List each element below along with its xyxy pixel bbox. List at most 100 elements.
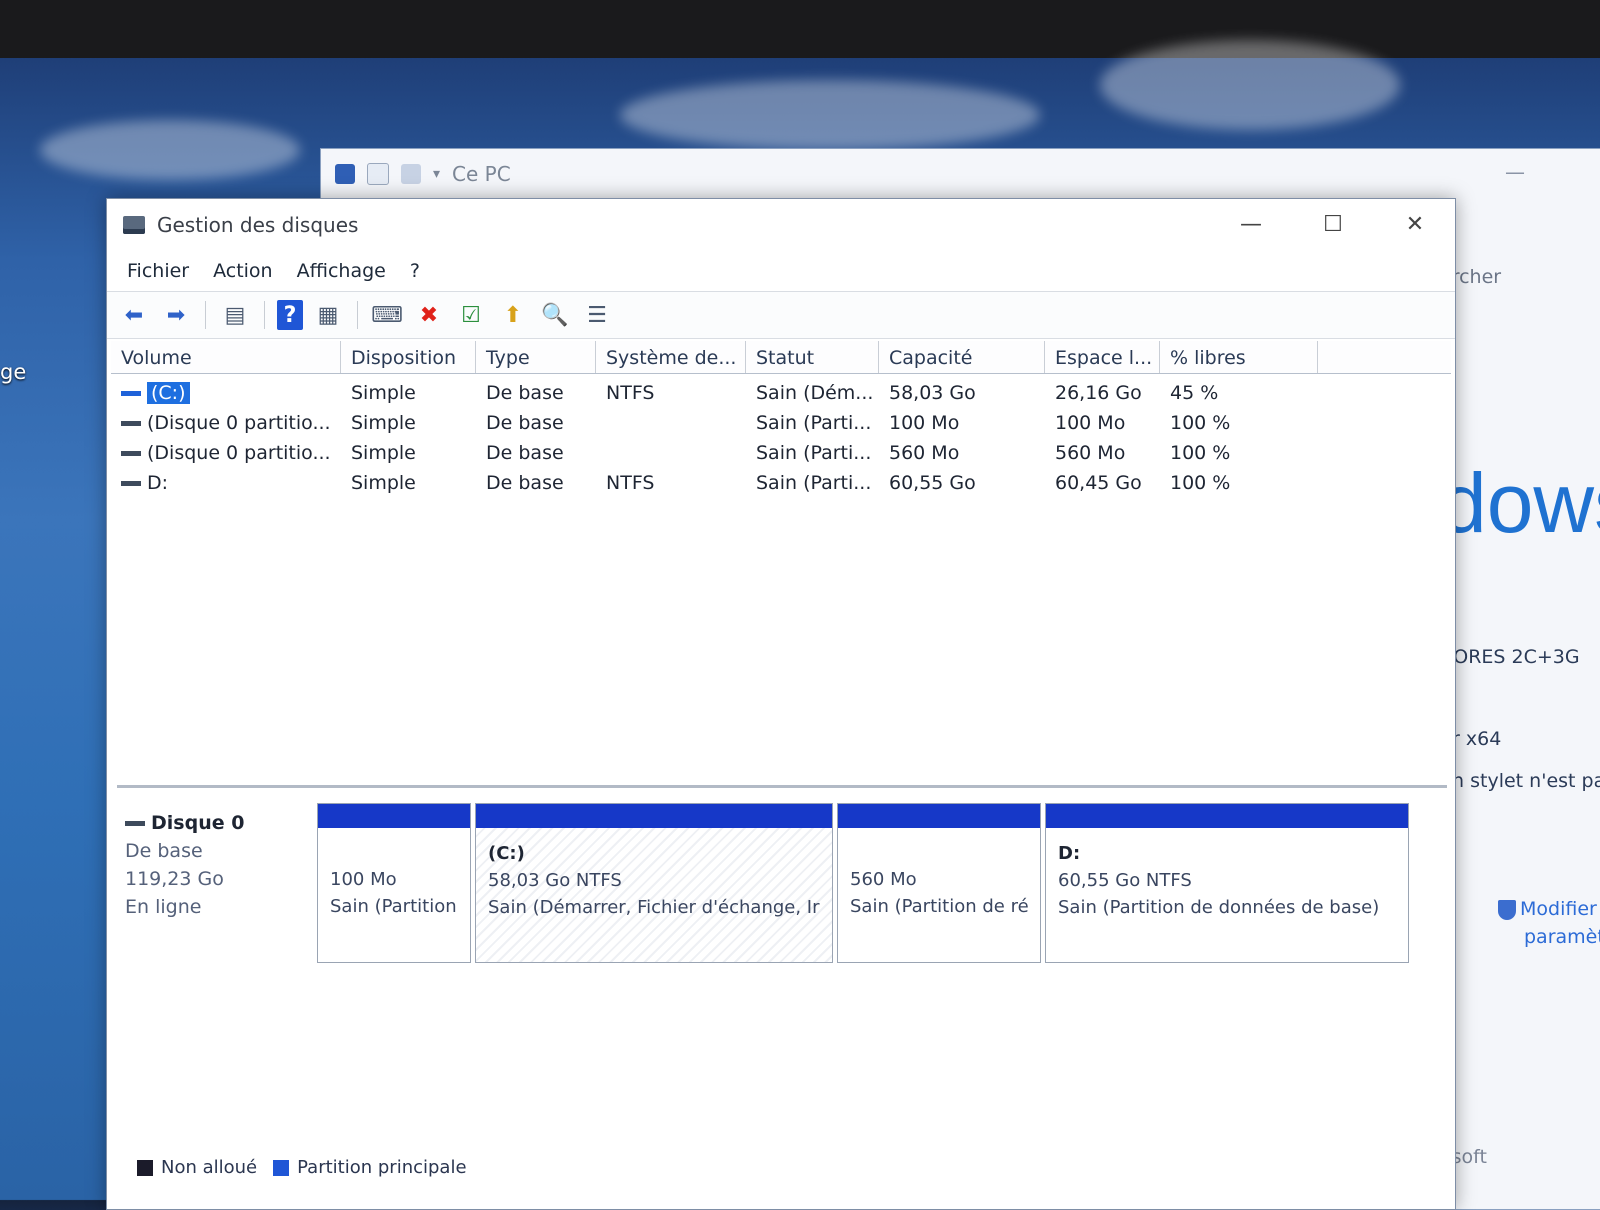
properties-icon[interactable] <box>367 163 389 185</box>
volume-list-header: Volume Disposition Type Système de... St… <box>111 341 1451 374</box>
partition-status: Sain (Partition de ré <box>850 896 1029 917</box>
pane-splitter[interactable] <box>117 785 1447 788</box>
volume-name: (C:) <box>147 382 190 404</box>
column-header-status[interactable]: Statut <box>746 341 879 373</box>
disk-info[interactable]: Disque 0 De base 119,23 Go En ligne <box>125 809 310 969</box>
disk-management-icon <box>123 216 145 234</box>
volume-name: (Disque 0 partitio... <box>147 442 331 464</box>
volume-icon <box>121 421 141 426</box>
partition-status: Sain (Partition de données de base) <box>1058 897 1380 918</box>
column-header-disposition[interactable]: Disposition <box>341 341 476 373</box>
explorer-titlebar: ▾ Ce PC <box>321 149 1600 199</box>
desktop-icon-label[interactable]: ge <box>0 360 26 384</box>
cell-filesystem: NTFS <box>606 382 655 404</box>
partition-title: (C:) <box>488 843 525 864</box>
forward-arrow-icon[interactable]: ➡ <box>159 298 193 332</box>
cell-disposition: Simple <box>351 472 416 494</box>
cell-percent-free: 45 % <box>1170 382 1219 404</box>
pen-touch-info: un stylet n'est pas <box>1440 770 1600 792</box>
cell-disposition: Simple <box>351 382 416 404</box>
connect-icon[interactable]: ⌨ <box>370 298 404 332</box>
settings-link-label[interactable]: paramèt <box>1524 926 1600 948</box>
delete-icon[interactable]: ✖ <box>412 298 446 332</box>
cell-status: Sain (Parti... <box>756 442 872 464</box>
cell-free-space: 26,16 Go <box>1055 382 1142 404</box>
menu-help[interactable]: ? <box>400 256 430 286</box>
toolbar-separator <box>264 301 265 329</box>
partition-status: Sain (Partition <box>330 896 457 917</box>
partition-title: D: <box>1058 843 1081 864</box>
cloud <box>620 80 1040 150</box>
volume-icon <box>121 481 141 486</box>
cell-free-space: 60,45 Go <box>1055 472 1142 494</box>
menu-bar: Fichier Action Affichage ? <box>107 251 1455 291</box>
menu-fichier[interactable]: Fichier <box>117 256 199 286</box>
partition-bar <box>1046 804 1408 828</box>
search-folder-icon[interactable]: 🔍 <box>538 298 572 332</box>
cell-type: De base <box>486 472 564 494</box>
column-header-percent-free[interactable]: % libres <box>1160 341 1318 373</box>
column-header-free-space[interactable]: Espace l... <box>1045 341 1160 373</box>
cell-status: Sain (Dém... <box>756 382 874 404</box>
table-row[interactable]: (Disque 0 partitio... Simple De base Sai… <box>111 438 1451 468</box>
cell-percent-free: 100 % <box>1170 412 1231 434</box>
maximize-button[interactable]: ☐ <box>1303 207 1363 241</box>
properties-icon[interactable]: ☰ <box>580 298 614 332</box>
table-row[interactable]: D: Simple De base NTFS Sain (Parti... 60… <box>111 468 1451 498</box>
disk-name: Disque 0 <box>151 812 245 834</box>
partition-block[interactable]: D: 60,55 Go NTFS Sain (Partition de donn… <box>1045 803 1409 963</box>
partition-size: 100 Mo <box>330 869 397 890</box>
checklist-icon[interactable]: ☑ <box>454 298 488 332</box>
view-icon[interactable]: ▦ <box>311 298 345 332</box>
folder-up-icon[interactable]: ⬆ <box>496 298 530 332</box>
partition-block[interactable]: 100 Mo Sain (Partition <box>317 803 471 963</box>
column-header-filesystem[interactable]: Système de... <box>596 341 746 373</box>
legend-unallocated: Non alloué <box>137 1157 257 1178</box>
unallocated-swatch <box>137 1160 153 1176</box>
primary-partition-swatch <box>273 1160 290 1176</box>
cloud <box>1100 40 1400 130</box>
menu-action[interactable]: Action <box>203 256 283 286</box>
table-row[interactable]: (Disque 0 partitio... Simple De base Sai… <box>111 408 1451 438</box>
legend-primary: Partition principale <box>273 1157 467 1178</box>
modify-label: Modifier <box>1520 898 1597 920</box>
volume-icon <box>121 451 141 456</box>
volume-name: (Disque 0 partitio... <box>147 412 331 434</box>
volume-list[interactable]: Volume Disposition Type Système de... St… <box>111 341 1451 781</box>
column-header-type[interactable]: Type <box>476 341 596 373</box>
toolbar-separator <box>357 301 358 329</box>
chevron-down-icon[interactable]: ▾ <box>433 166 440 182</box>
partition-bar <box>838 804 1040 828</box>
close-button[interactable]: ✕ <box>1385 207 1445 241</box>
cell-type: De base <box>486 382 564 404</box>
partition-bar <box>476 804 832 828</box>
column-header-capacity[interactable]: Capacité <box>879 341 1045 373</box>
cloud <box>40 120 300 180</box>
partition-block[interactable]: 560 Mo Sain (Partition de ré <box>837 803 1041 963</box>
title-bar[interactable]: Gestion des disques — ☐ ✕ <box>107 199 1455 251</box>
modify-settings-link[interactable]: Modifier <box>1498 898 1597 920</box>
shield-icon <box>1498 899 1516 920</box>
cell-capacity: 58,03 Go <box>889 382 976 404</box>
disk-size: 119,23 Go <box>125 868 224 890</box>
show-hide-console-icon[interactable]: ▤ <box>218 298 252 332</box>
column-header-volume[interactable]: Volume <box>111 341 341 373</box>
disk-status: En ligne <box>125 896 202 918</box>
explorer-minimize-button[interactable]: — <box>1505 160 1525 184</box>
partition-bar <box>318 804 470 828</box>
cell-capacity: 60,55 Go <box>889 472 976 494</box>
cell-free-space: 100 Mo <box>1055 412 1126 434</box>
disk-management-window[interactable]: Gestion des disques — ☐ ✕ Fichier Action… <box>106 198 1456 1210</box>
table-row[interactable]: (C:) Simple De base NTFS Sain (Dém... 58… <box>111 378 1451 408</box>
explorer-title: Ce PC <box>452 162 511 186</box>
back-arrow-icon[interactable]: ⬅ <box>117 298 151 332</box>
folder-icon[interactable] <box>401 164 421 184</box>
partition-block-selected[interactable]: (C:) 58,03 Go NTFS Sain (Démarrer, Fichi… <box>475 803 833 963</box>
partition-size: 60,55 Go NTFS <box>1058 870 1192 891</box>
menu-affichage[interactable]: Affichage <box>287 256 396 286</box>
partition-size: 560 Mo <box>850 869 917 890</box>
help-icon[interactable]: ? <box>277 300 303 330</box>
volume-icon <box>121 391 141 396</box>
minimize-button[interactable]: — <box>1221 207 1281 241</box>
cell-filesystem: NTFS <box>606 472 655 494</box>
